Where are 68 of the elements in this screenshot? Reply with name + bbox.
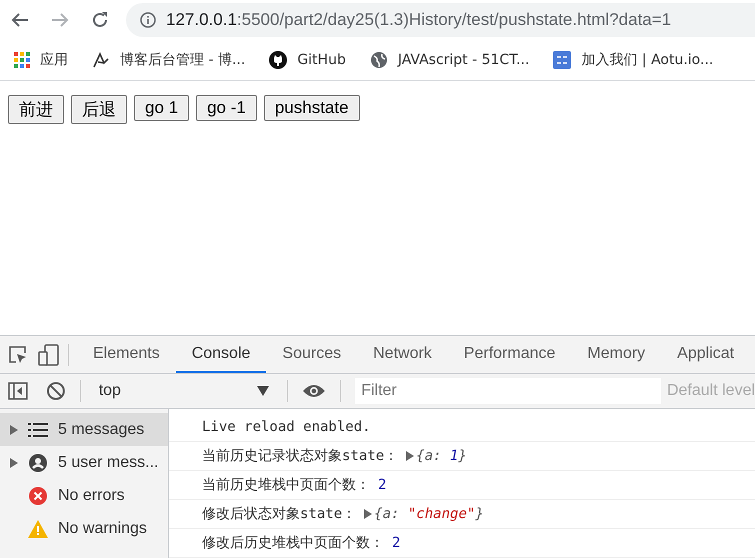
page-button[interactable]: go 1 bbox=[134, 95, 190, 121]
error-icon bbox=[28, 486, 48, 506]
eye-icon[interactable] bbox=[302, 383, 326, 399]
bookmark-link[interactable]: JAVAscript - 51CT... bbox=[370, 51, 530, 69]
user-icon bbox=[28, 452, 48, 472]
page-button[interactable]: go -1 bbox=[196, 95, 257, 121]
console-sidebar-item[interactable]: 5 user mess... bbox=[0, 446, 168, 479]
sidebar-item-label: 5 messages bbox=[58, 420, 144, 438]
bookmark-link[interactable]: 加入我们 | Aotu.io... bbox=[553, 51, 714, 69]
object-brace: {a: bbox=[374, 506, 400, 522]
bookmark-link[interactable]: 博客后台管理 - 博... bbox=[92, 51, 246, 69]
warning-icon bbox=[28, 520, 48, 538]
context-select[interactable]: top bbox=[94, 378, 274, 404]
device-icon[interactable] bbox=[38, 344, 60, 366]
log-value: 2 bbox=[392, 535, 400, 551]
object-preview[interactable]: {a: "change"} bbox=[364, 506, 484, 522]
sidebar-item-label: 5 user mess... bbox=[58, 454, 158, 472]
reload-icon bbox=[91, 11, 109, 29]
sidebar-toggle-icon[interactable] bbox=[8, 382, 28, 400]
expand-arrow-icon[interactable] bbox=[10, 424, 18, 434]
log-message: 当前历史记录状态对象state： bbox=[202, 447, 398, 465]
page-button[interactable]: 后退 bbox=[71, 95, 127, 124]
inspect-cursor-icon[interactable] bbox=[8, 344, 28, 364]
devtools-tab[interactable]: Sources bbox=[266, 336, 358, 373]
object-brace: } bbox=[475, 506, 484, 522]
log-message: Live reload enabled. bbox=[202, 419, 371, 435]
globe-icon bbox=[370, 51, 388, 69]
log-message: 修改后状态对象state： bbox=[202, 505, 356, 523]
sidebar-item-label: No warnings bbox=[58, 520, 147, 538]
tile-logo-icon bbox=[553, 51, 572, 69]
url-path: :5500/part2/day25(1.3)History/test/pushstate.html?data=1 bbox=[236, 10, 672, 30]
bookmark-link[interactable]: GitHub bbox=[269, 51, 346, 69]
back-arrow-icon bbox=[11, 11, 29, 29]
object-value: 1 bbox=[450, 448, 458, 464]
list-icon bbox=[28, 422, 48, 436]
cat-logo-icon bbox=[269, 51, 288, 69]
console-sidebar-item[interactable]: No warnings bbox=[0, 512, 168, 545]
forward-arrow-icon bbox=[51, 11, 69, 29]
log-message: 修改后历史堆栈中页面个数： bbox=[202, 534, 384, 552]
page-button[interactable]: pushstate bbox=[264, 95, 360, 121]
object-preview[interactable]: {a: 1} bbox=[406, 448, 467, 464]
object-brace: } bbox=[458, 448, 467, 464]
object-brace: {a: bbox=[416, 448, 442, 464]
url-host: 127.0.0.1 bbox=[166, 10, 237, 30]
devtools-tab[interactable]: Performance bbox=[448, 336, 572, 373]
info-icon[interactable] bbox=[140, 12, 156, 28]
sidebar-item-label: No errors bbox=[58, 486, 125, 504]
expand-arrow-icon[interactable] bbox=[10, 458, 18, 468]
devtools-tab[interactable]: Network bbox=[357, 336, 448, 373]
log-value: 2 bbox=[378, 477, 386, 493]
caret-icon bbox=[257, 386, 270, 396]
devtools-tab[interactable]: Memory bbox=[571, 336, 662, 373]
devtools-tab[interactable]: Console bbox=[176, 336, 266, 373]
pen-logo-icon bbox=[92, 51, 110, 69]
console-sidebar-item[interactable]: No errors bbox=[0, 479, 168, 512]
address-bar[interactable]: 127.0.0.1:5500/part2/day25(1.3)History/test/pushstate.html?data=1 bbox=[126, 3, 755, 37]
expand-arrow-icon[interactable] bbox=[406, 451, 414, 461]
page-button[interactable]: 前进 bbox=[8, 95, 64, 124]
filter-field[interactable]: Filter bbox=[355, 378, 661, 404]
bookmark-link[interactable]: 应用 bbox=[14, 51, 68, 69]
apps-grid-icon bbox=[14, 52, 30, 68]
log-message: 当前历史堆栈中页面个数： bbox=[202, 476, 370, 494]
expand-arrow-icon[interactable] bbox=[364, 509, 372, 519]
devtools-tab[interactable]: Elements bbox=[77, 336, 176, 373]
devtools-tab[interactable]: Applicat bbox=[661, 336, 750, 373]
object-value: "change" bbox=[408, 506, 476, 522]
clear-icon[interactable] bbox=[46, 381, 66, 401]
console-sidebar-item[interactable]: 5 messages bbox=[0, 413, 168, 446]
